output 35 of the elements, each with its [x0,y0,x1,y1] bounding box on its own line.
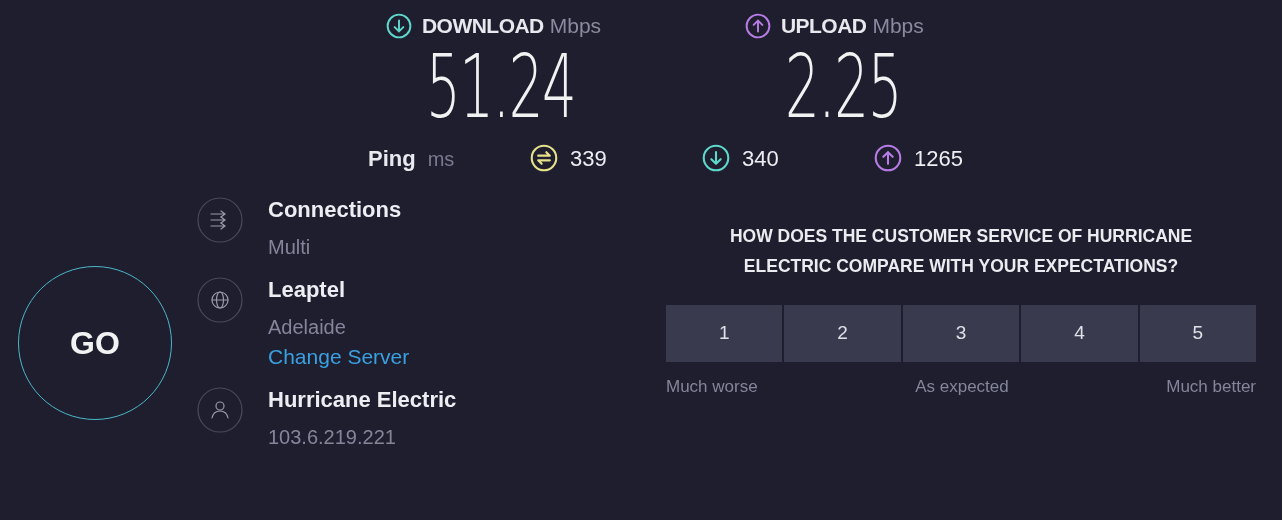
upload-icon [874,144,902,172]
metric-unit: Mbps [549,13,602,39]
rating-option[interactable]: 5 [1139,304,1257,362]
swap-arrows-icon [530,144,558,172]
person-icon [197,386,243,433]
ping-unit: ms [427,146,455,172]
info-title: Hurricane Electric [268,386,457,413]
globe-icon [197,276,243,323]
rating-option[interactable]: 2 [784,304,901,362]
scale-label: As expected [915,375,1009,398]
metric-label: UPLOAD [780,13,867,39]
rating-option[interactable]: 1 [666,304,783,362]
ping-label: Ping [368,144,416,173]
info-title: Leaptel [268,276,347,303]
scale-label: Much better [1166,375,1256,398]
scale-label: Much worse [666,375,758,398]
change-server-link[interactable]: Change Server [268,344,410,369]
rating-option[interactable]: 3 [902,304,1020,362]
download-icon [385,12,412,39]
ping-value: 340 [742,144,779,173]
ping-value: 339 [570,144,607,173]
metric-value: 51.24 [425,41,576,132]
info-subtitle: Adelaide [268,314,347,339]
rating-option[interactable]: 4 [1021,304,1138,362]
metric-value: 2.25 [784,41,901,132]
metric-unit: Mbps [872,13,924,39]
info-subtitle: Multi [268,234,312,259]
metric-label: DOWNLOAD [421,13,544,39]
survey-question: HOW DOES THE CUSTOMER SERVICE OF HURRICANE ELECTRIC COMPARE WITH YOUR EXPECTATIONS? [728,224,1194,278]
arrows-icon [197,196,243,243]
info-subtitle: 103.6.219.221 [268,424,397,449]
download-icon [702,144,730,172]
info-title: Connections [268,196,402,223]
upload-icon [744,12,771,39]
ping-value: 1265 [914,144,963,173]
